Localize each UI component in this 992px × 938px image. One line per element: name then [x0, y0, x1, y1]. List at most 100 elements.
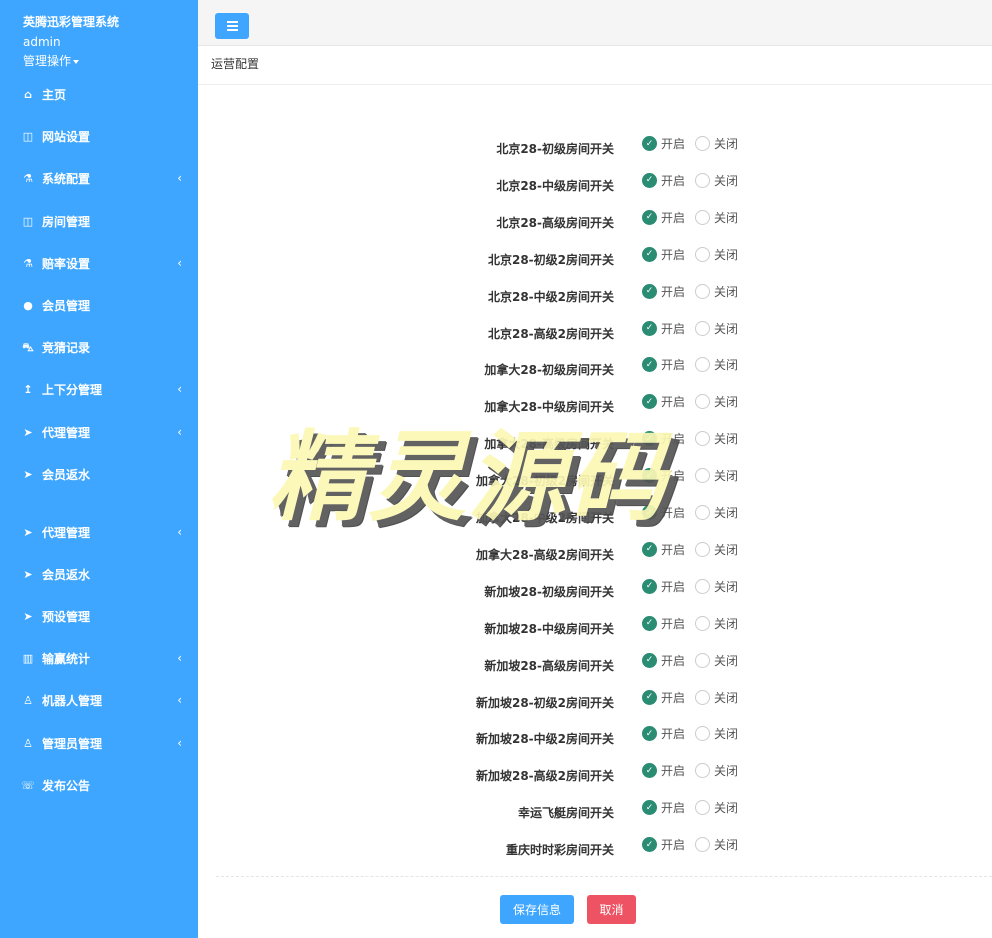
radio-off[interactable]: 关闭 [695, 504, 738, 521]
check-circle-icon: ✓ [642, 431, 657, 447]
radio-on[interactable]: ✓ 开启 [642, 799, 685, 816]
radio-off[interactable]: 关闭 [695, 541, 738, 558]
radio-on[interactable]: ✓ 开启 [642, 836, 685, 853]
radio-on[interactable]: ✓ 开启 [642, 393, 685, 410]
radio-label: 开启 [661, 542, 686, 557]
sidebar-item[interactable]: ⛍ 竞猜记录 [0, 332, 198, 362]
radio-off[interactable]: 关闭 [695, 209, 738, 226]
radio-on[interactable]: ✓ 开启 [642, 762, 685, 779]
radio-circle-icon [695, 689, 710, 705]
save-button[interactable]: 保存信息 [500, 895, 574, 924]
radio-on[interactable]: ✓ 开启 [642, 504, 685, 521]
sidebar-item[interactable]: ⚗ 赔率设置 ‹ [0, 248, 198, 278]
radio-off[interactable]: 关闭 [695, 172, 738, 189]
sidebar-item[interactable]: ♙ 机器人管理 ‹ [0, 685, 198, 715]
radio-off[interactable]: 关闭 [695, 615, 738, 632]
radio-off[interactable]: 关闭 [695, 246, 738, 263]
radio-circle-icon [695, 357, 710, 373]
radio-circle-icon [695, 468, 710, 484]
sidebar-item[interactable]: ↥ 上下分管理 ‹ [0, 374, 198, 404]
chevron-left-icon: ‹ [177, 382, 182, 396]
radio-off[interactable]: 关闭 [695, 689, 738, 706]
sidebar-item[interactable]: ◫ 房间管理 [0, 206, 198, 236]
switch-row: 北京28-高级房间开关 ✓ 开启 关闭 [198, 209, 992, 230]
radio-circle-icon [695, 136, 710, 151]
radio-on[interactable]: ✓ 开启 [642, 320, 685, 337]
radio-label: 开启 [661, 838, 686, 853]
switch-row: 新加坡28-高级2房间开关 ✓ 开启 关闭 [198, 762, 992, 783]
radio-off[interactable]: 关闭 [695, 135, 738, 152]
radio-on[interactable]: ✓ 开启 [642, 578, 685, 595]
sidebar-item[interactable]: ➤ 预设管理 [0, 601, 198, 631]
sidebar-item[interactable]: ☏ 发布公告 [0, 770, 198, 800]
check-circle-icon: ✓ [642, 652, 657, 668]
switch-row: 幸运飞艇房间开关 ✓ 开启 关闭 [198, 799, 992, 820]
switch-row: 北京28-初级房间开关 ✓ 开启 关闭 [198, 135, 992, 156]
radio-off[interactable]: 关闭 [695, 467, 738, 484]
sidebar-item[interactable]: ◫ 网站设置 [0, 121, 198, 151]
radio-label: 关闭 [714, 727, 739, 742]
radio-on[interactable]: ✓ 开启 [642, 652, 685, 669]
radio-circle-icon [695, 246, 710, 262]
page-title: 运营配置 [211, 57, 260, 71]
radio-label: 关闭 [714, 616, 739, 631]
radio-label: 开启 [661, 653, 686, 668]
sidebar-item-label: 系统配置 [42, 171, 91, 186]
radio-on[interactable]: ✓ 开启 [642, 209, 685, 226]
sidebar-item-label: 预设管理 [42, 609, 91, 624]
radio-label: 开启 [661, 764, 686, 779]
radio-on[interactable]: ✓ 开启 [642, 689, 685, 706]
switch-row: 加拿大28-初级房间开关 ✓ 开启 关闭 [198, 356, 992, 377]
bar-chart-icon: ▥ [22, 651, 34, 665]
switch-row: 北京28-中级2房间开关 ✓ 开启 关闭 [198, 283, 992, 304]
sidebar-item[interactable]: ➤ 会员返水 [0, 559, 198, 589]
sidebar-item[interactable]: ➤ 会员返水 [0, 459, 198, 489]
radio-off[interactable]: 关闭 [695, 762, 738, 779]
paper-plane-icon: ➤ [23, 609, 33, 623]
radio-circle-icon [695, 837, 710, 853]
radio-off[interactable]: 关闭 [695, 356, 738, 373]
check-circle-icon: ✓ [642, 283, 657, 299]
radio-on[interactable]: ✓ 开启 [642, 135, 685, 152]
radio-off[interactable]: 关闭 [695, 430, 738, 447]
sidebar-item[interactable]: ♙ 管理员管理 ‹ [0, 728, 198, 758]
radio-on[interactable]: ✓ 开启 [642, 615, 685, 632]
admin-ops-dropdown[interactable]: 管理操作 [23, 52, 80, 69]
radio-label: 关闭 [714, 137, 739, 151]
radio-off[interactable]: 关闭 [695, 393, 738, 410]
radio-off[interactable]: 关闭 [695, 283, 738, 300]
chevron-left-icon: ‹ [177, 651, 182, 665]
row-label: 新加坡28-高级房间开关 [484, 658, 614, 673]
sidebar-item[interactable]: ⚗ 系统配置 ‹ [0, 163, 198, 193]
radio-circle-icon [695, 578, 710, 594]
sidebar-item[interactable]: ▥ 输赢统计 ‹ [0, 643, 198, 673]
sidebar-item[interactable]: ⌂ 主页 [0, 79, 198, 109]
sidebar-item[interactable]: ● 会员管理 [0, 290, 198, 320]
radio-off[interactable]: 关闭 [695, 799, 738, 816]
radio-off[interactable]: 关闭 [695, 320, 738, 337]
radio-on[interactable]: ✓ 开启 [642, 467, 685, 484]
radio-on[interactable]: ✓ 开启 [642, 430, 685, 447]
radio-on[interactable]: ✓ 开启 [642, 246, 685, 263]
radio-on[interactable]: ✓ 开启 [642, 356, 685, 373]
radio-off[interactable]: 关闭 [695, 578, 738, 595]
radio-on[interactable]: ✓ 开启 [642, 725, 685, 742]
switch-row: 加拿大28-初级2房间开关 ✓ 开启 关闭 [198, 467, 992, 488]
radio-label: 关闭 [714, 801, 739, 816]
sidebar-item[interactable]: ➤ 代理管理 ‹ [0, 517, 198, 547]
sidebar-item-label: 会员管理 [42, 298, 91, 313]
radio-off[interactable]: 关闭 [695, 652, 738, 669]
radio-off[interactable]: 关闭 [695, 725, 738, 742]
menu-toggle-button[interactable] [215, 13, 249, 39]
radio-label: 关闭 [714, 506, 739, 520]
switch-row: 加拿大28-高级房间开关 ✓ 开启 关闭 [198, 430, 992, 451]
row-label: 加拿大28-中级房间开关 [484, 400, 614, 415]
radio-on[interactable]: ✓ 开启 [642, 283, 685, 300]
radio-circle-icon [695, 541, 710, 557]
cancel-button[interactable]: 取消 [587, 895, 636, 924]
radio-off[interactable]: 关闭 [695, 836, 738, 853]
sidebar-item[interactable]: ➤ 代理管理 ‹ [0, 417, 198, 447]
radio-on[interactable]: ✓ 开启 [642, 541, 685, 558]
radio-on[interactable]: ✓ 开启 [642, 172, 685, 189]
check-circle-icon: ✓ [642, 394, 657, 410]
